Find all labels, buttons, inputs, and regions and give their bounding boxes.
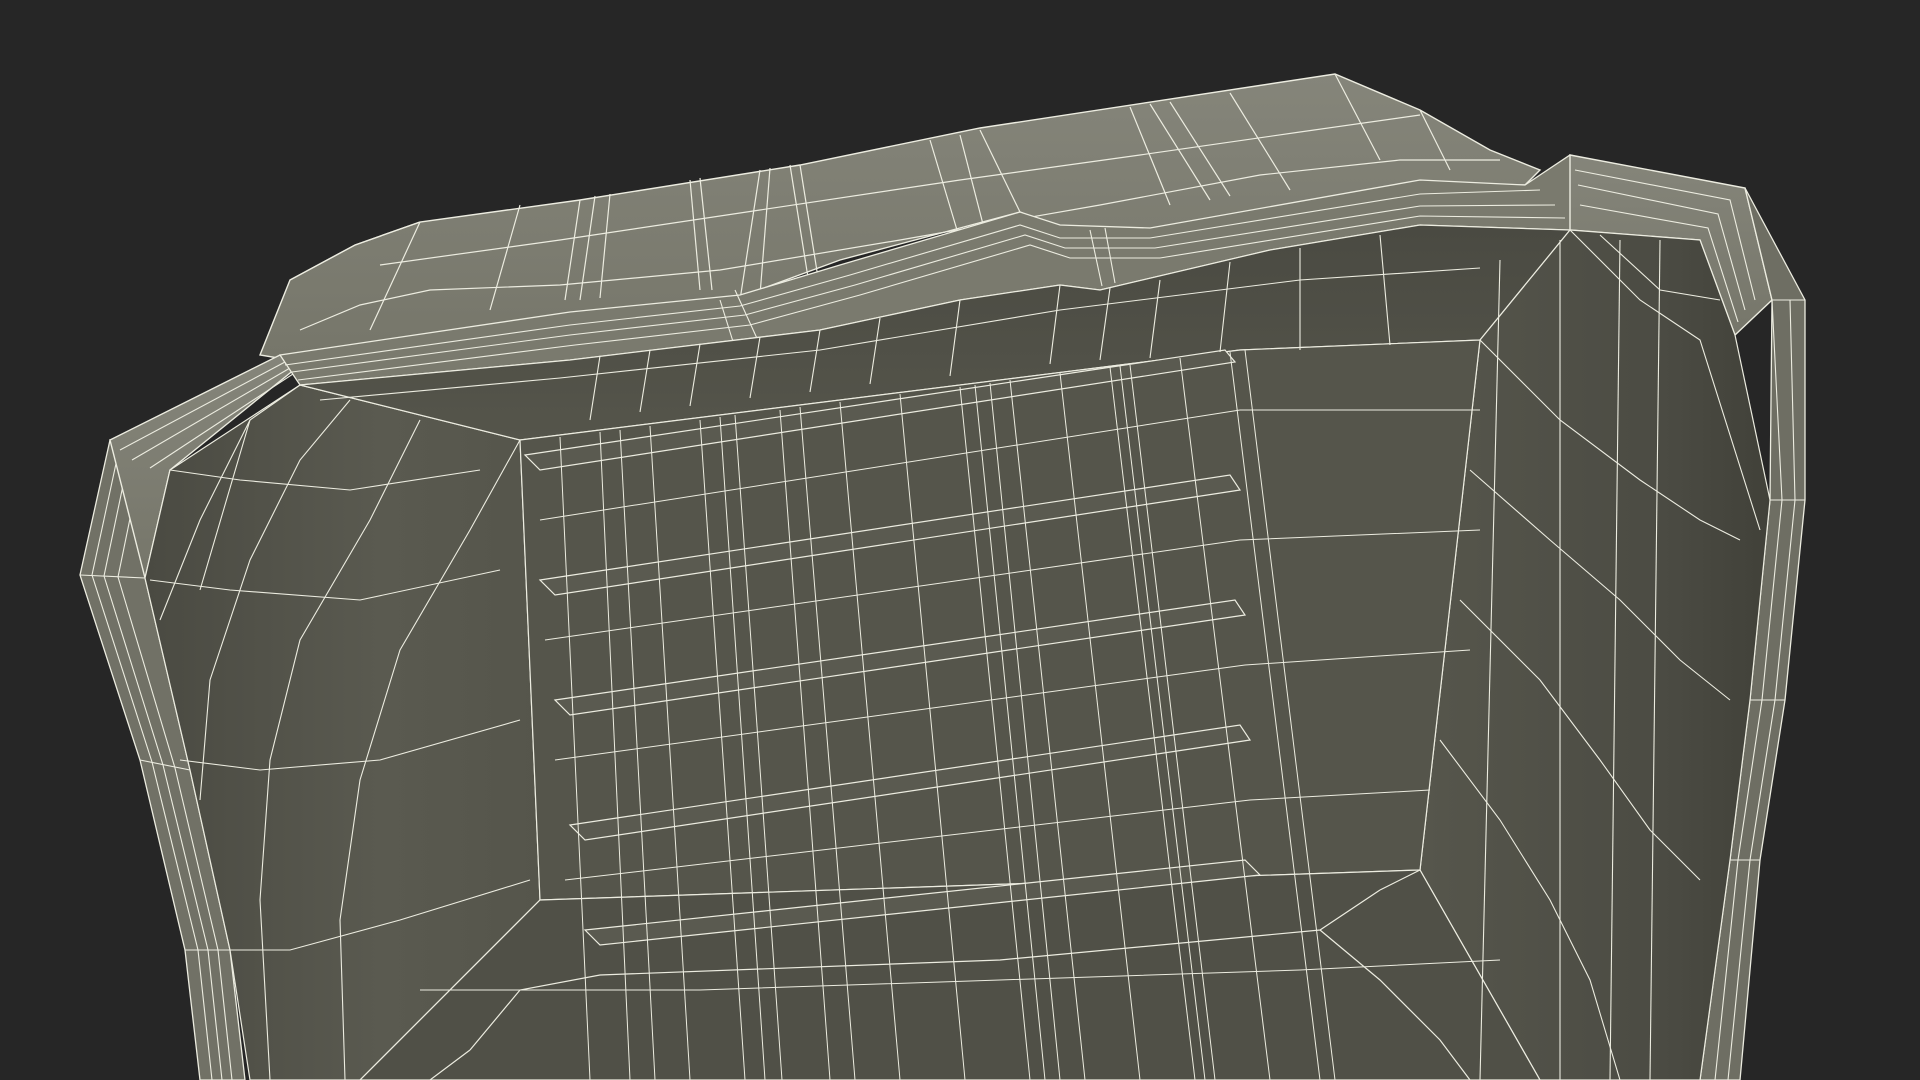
3d-viewport[interactable] (0, 0, 1920, 1080)
wireframe-render (0, 0, 1920, 1080)
